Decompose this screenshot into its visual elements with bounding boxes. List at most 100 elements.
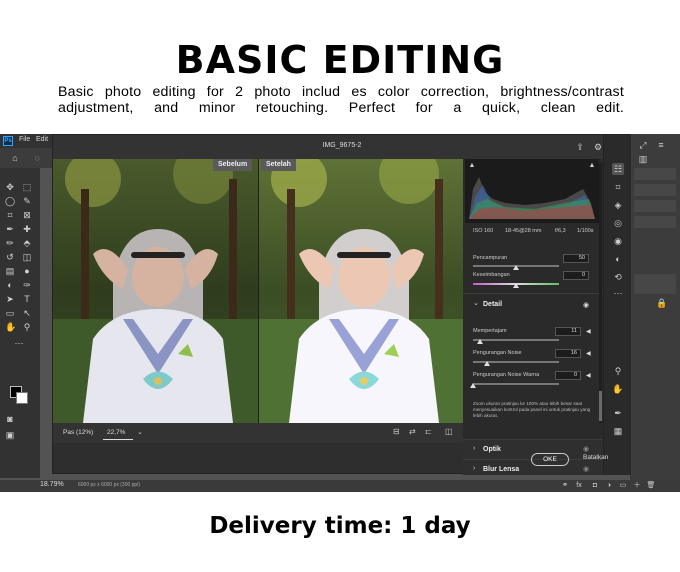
settings-gear-icon[interactable]: ⚙ bbox=[593, 142, 603, 152]
slider-track[interactable] bbox=[473, 383, 559, 385]
slider-value[interactable]: 0 bbox=[563, 271, 589, 280]
triangle-left-icon[interactable]: ◀ bbox=[586, 328, 591, 335]
sampler-icon[interactable]: ✒ bbox=[612, 407, 624, 419]
highlight-clipping-icon[interactable]: ▲ bbox=[587, 161, 597, 171]
cancel-button[interactable]: Batalkan bbox=[583, 454, 608, 461]
preview-area[interactable]: Sebelum Setelah bbox=[53, 159, 464, 423]
eye-icon[interactable]: ◉ bbox=[583, 445, 589, 453]
fx-icon[interactable]: fx bbox=[574, 481, 584, 491]
blur-tool-icon[interactable]: ● bbox=[22, 266, 32, 276]
expand-arrows-icon[interactable]: ⤢ bbox=[638, 140, 648, 150]
swap-view-icon[interactable]: ⇄ bbox=[409, 427, 416, 436]
marquee-tool-icon[interactable]: ⬚ bbox=[22, 182, 32, 192]
move-tool-icon[interactable]: ✥ bbox=[5, 182, 15, 192]
dock-panel-row[interactable] bbox=[634, 200, 676, 212]
history-brush-icon[interactable]: ↺ bbox=[5, 252, 15, 262]
right-panels-dock: ⤢ ≡ ▥ 🔒 ⚭ bbox=[630, 134, 680, 490]
detail-note: Zoom ukuran pratinjau ke 100% atau lebih… bbox=[473, 401, 591, 418]
new-layer-icon[interactable]: ＋ bbox=[632, 481, 642, 491]
adjustment-icon[interactable]: ◑ bbox=[604, 481, 614, 491]
masking-icon[interactable]: ◎ bbox=[612, 217, 624, 229]
scrollbar-thumb[interactable] bbox=[599, 391, 602, 421]
slider-handle[interactable] bbox=[470, 383, 476, 388]
zoom-level[interactable]: 22,7% bbox=[107, 429, 125, 436]
hand-tool-icon[interactable]: ✋ bbox=[5, 322, 16, 332]
chevron-down-icon[interactable]: ⌄ bbox=[137, 428, 143, 436]
hand-icon[interactable]: ✋ bbox=[612, 383, 624, 395]
copy-settings-icon[interactable]: ⊏ bbox=[425, 427, 432, 436]
quick-mask-icon[interactable]: ◙ bbox=[5, 414, 15, 424]
open-image-icon[interactable]: ⇪ bbox=[575, 142, 585, 152]
screen-mode-icon[interactable]: ▣ bbox=[5, 430, 15, 440]
more-options-icon[interactable]: ⋯ bbox=[612, 287, 624, 299]
layers-toggle-icon[interactable]: ▥ bbox=[638, 154, 648, 164]
triangle-left-icon[interactable]: ◀ bbox=[586, 372, 591, 379]
quick-select-icon[interactable]: ✎ bbox=[22, 196, 32, 206]
eye-icon[interactable]: ◉ bbox=[583, 465, 589, 473]
eraser-icon[interactable]: ◫ bbox=[22, 252, 32, 262]
slider-handle[interactable] bbox=[513, 265, 519, 270]
exif-shutter: 1/100s bbox=[577, 228, 594, 234]
gradient-icon[interactable]: ▤ bbox=[5, 266, 15, 276]
section-detail[interactable]: ⌄ Detail ◉ bbox=[463, 293, 603, 317]
ok-button[interactable]: OKE bbox=[531, 453, 569, 466]
menu-edit[interactable]: Edit bbox=[36, 136, 48, 143]
slider-label: Pencampuran bbox=[473, 255, 508, 261]
link-layers-icon[interactable]: ⚭ bbox=[560, 481, 570, 491]
lasso-tool-icon[interactable]: ◯ bbox=[5, 196, 15, 206]
type-tool-icon[interactable]: T bbox=[22, 294, 32, 304]
zoom-fit-button[interactable]: Pas (12%) bbox=[63, 429, 93, 436]
dock-panel-row[interactable] bbox=[634, 184, 676, 196]
slider-value[interactable]: 50 bbox=[563, 254, 589, 263]
panel-menu-icon[interactable]: ≡ bbox=[656, 140, 666, 150]
panel-scrollbar[interactable] bbox=[599, 163, 602, 423]
group-icon[interactable]: ▭ bbox=[618, 481, 628, 491]
slider-value[interactable]: 0 bbox=[555, 371, 581, 380]
mask-icon[interactable]: ◘ bbox=[590, 481, 600, 491]
eye-icon[interactable]: ◉ bbox=[583, 301, 589, 309]
crop-tool-icon[interactable]: ⌗ bbox=[5, 210, 15, 220]
delete-layer-icon[interactable]: 🗑 bbox=[646, 481, 656, 491]
zoom-icon[interactable]: ⚲ bbox=[612, 365, 624, 377]
frame-tool-icon[interactable]: ⊠ bbox=[22, 210, 32, 220]
grid-icon[interactable]: ▦ bbox=[612, 425, 624, 437]
edit-sliders-icon[interactable]: ☷ bbox=[612, 163, 624, 175]
path-select-icon[interactable]: ➤ bbox=[5, 294, 15, 304]
crop-icon[interactable]: ⌗ bbox=[612, 181, 624, 193]
slider-handle[interactable] bbox=[483, 361, 490, 366]
dock-layer-row[interactable] bbox=[634, 274, 676, 294]
delivery-time: Delivery time: 1 day bbox=[209, 513, 471, 539]
redeye-icon[interactable]: ◉ bbox=[612, 235, 624, 247]
toggle-view-icon[interactable]: ◫ bbox=[445, 427, 453, 436]
background-color-swatch[interactable] bbox=[16, 392, 28, 404]
compare-view-icon[interactable]: ⊟ bbox=[393, 427, 400, 436]
slider-handle[interactable] bbox=[513, 283, 519, 288]
dock-panel-row[interactable] bbox=[634, 216, 676, 228]
home-icon[interactable]: ⌂ bbox=[10, 153, 20, 163]
slider-value[interactable]: 16 bbox=[555, 349, 581, 358]
slider-handle[interactable] bbox=[476, 339, 483, 344]
exif-lens: 18-45@28 mm bbox=[505, 228, 542, 234]
zoom-tool-icon[interactable]: ⚲ bbox=[22, 322, 32, 332]
lasso-icon[interactable]: ◌ bbox=[32, 153, 42, 163]
shape-tool-icon[interactable]: ▭ bbox=[5, 308, 15, 318]
healing-brush-icon[interactable]: ✚ bbox=[22, 224, 32, 234]
direct-select-icon[interactable]: ↖ bbox=[22, 308, 32, 318]
slider-track[interactable] bbox=[473, 339, 559, 341]
presets-icon[interactable]: ◐ bbox=[612, 253, 624, 265]
triangle-left-icon[interactable]: ◀ bbox=[586, 350, 591, 357]
pen-tool-icon[interactable]: ✑ bbox=[22, 280, 32, 290]
dodge-tool-icon[interactable]: ◐ bbox=[5, 280, 15, 290]
more-tools-icon[interactable]: ⋯ bbox=[14, 338, 24, 348]
heal-icon[interactable]: ◈ bbox=[612, 199, 624, 211]
stamp-tool-icon[interactable]: ⬘ bbox=[22, 238, 32, 248]
slider-value[interactable]: 11 bbox=[555, 327, 581, 336]
photoshop-window: Ps File Edit ⌂ ◌ ✥ ⬚ ◯ ✎ ⌗ ⊠ ✒ ✚ ✏ ⬘ ↺ ◫… bbox=[0, 134, 680, 492]
menu-file[interactable]: File bbox=[19, 136, 30, 143]
snapshots-icon[interactable]: ⟲ bbox=[612, 271, 624, 283]
chevron-right-icon: › bbox=[473, 465, 476, 472]
shadow-clipping-icon[interactable]: ▲ bbox=[467, 161, 477, 171]
brush-tool-icon[interactable]: ✏ bbox=[5, 238, 15, 248]
eyedropper-icon[interactable]: ✒ bbox=[5, 224, 15, 234]
dock-panel-row[interactable] bbox=[634, 168, 676, 180]
